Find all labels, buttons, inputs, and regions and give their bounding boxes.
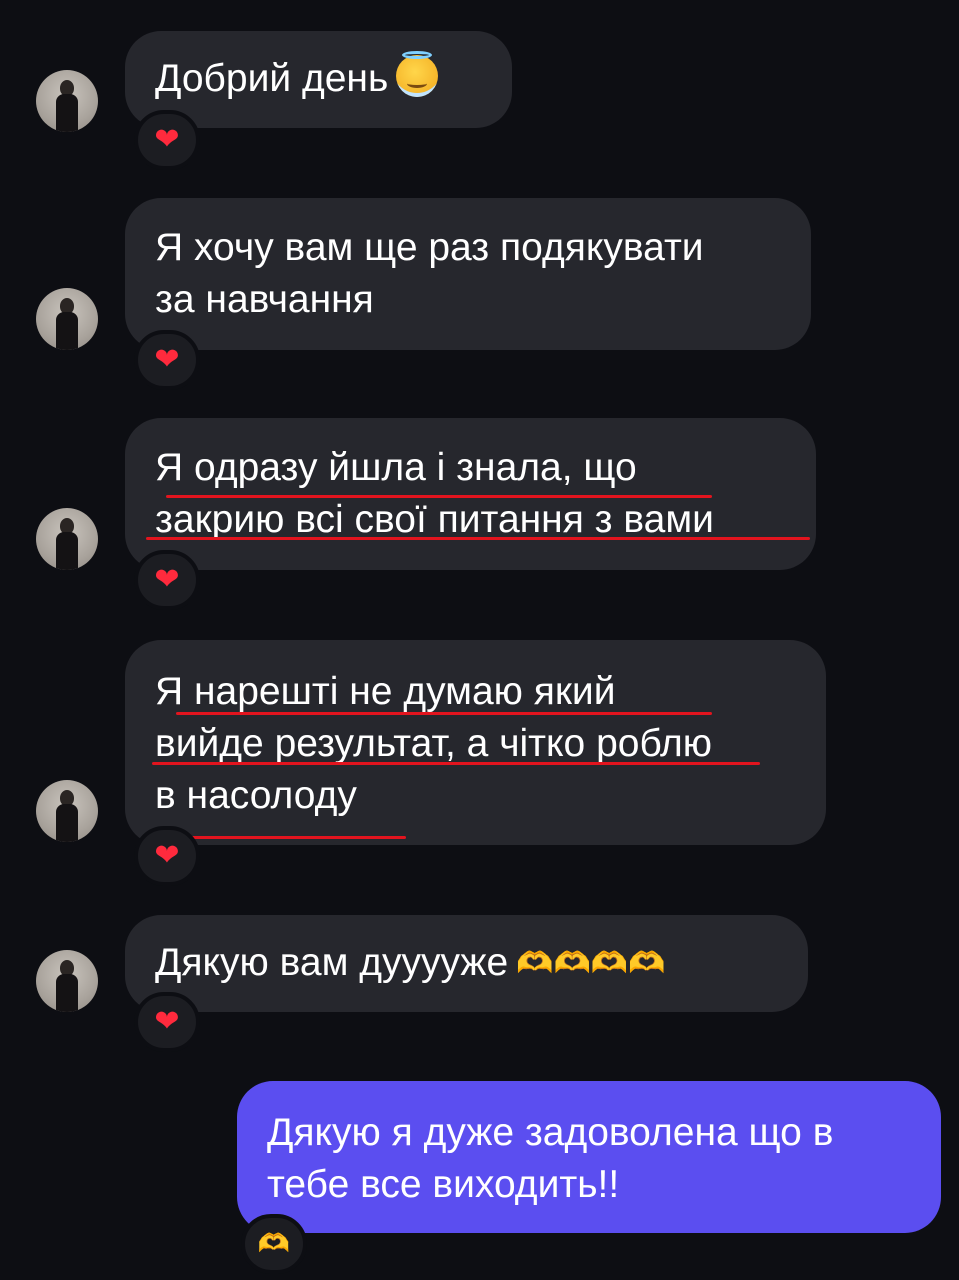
red-underline: [166, 495, 712, 498]
incoming-message[interactable]: Я нарешті не думаю який вийде результат,…: [125, 640, 826, 845]
heart-hands-icon: 🫶: [257, 1229, 291, 1259]
sender-avatar[interactable]: [36, 780, 98, 842]
message-line: тебе все виходить!!: [267, 1163, 620, 1206]
red-underline: [176, 712, 712, 715]
avatar-figure-body: [56, 532, 78, 570]
heart-icon: ❤: [154, 122, 180, 157]
sender-avatar[interactable]: [36, 950, 98, 1012]
heart-reaction[interactable]: ❤: [134, 330, 200, 390]
sender-avatar[interactable]: [36, 508, 98, 570]
message-line: Дякую вам дууууже 🫶🫶🫶🫶: [155, 937, 778, 990]
avatar-figure-body: [56, 974, 78, 1012]
heart-reaction[interactable]: ❤: [134, 110, 200, 170]
heart-icon: ❤: [154, 342, 180, 377]
message-line: Дякую я дуже задоволена що в: [267, 1111, 834, 1154]
message-line: Добрий день: [155, 51, 482, 105]
message-line: Я одразу йшла і знала, що: [155, 446, 637, 489]
heart-reaction[interactable]: ❤: [134, 826, 200, 886]
heart-reaction[interactable]: ❤: [134, 550, 200, 610]
avatar-figure-body: [56, 804, 78, 842]
red-underline: [146, 537, 810, 540]
sender-avatar[interactable]: [36, 70, 98, 132]
red-underline: [168, 836, 406, 839]
message-line: Я хочу вам ще раз подякувати: [155, 226, 704, 269]
sender-avatar[interactable]: [36, 288, 98, 350]
heart-icon: ❤: [154, 1004, 180, 1039]
red-underline: [152, 762, 760, 765]
outgoing-message[interactable]: Дякую я дуже задоволена що в тебе все ви…: [237, 1081, 941, 1233]
heart-icon: ❤: [154, 562, 180, 597]
message-line: в насолоду: [155, 774, 357, 817]
incoming-message[interactable]: Я одразу йшла і знала, що закрию всі сво…: [125, 418, 816, 570]
heart-icon: ❤: [154, 838, 180, 873]
incoming-message[interactable]: Дякую вам дууууже 🫶🫶🫶🫶: [125, 915, 808, 1012]
heart-reaction[interactable]: ❤: [134, 992, 200, 1052]
smiling-face-with-halo-icon: [396, 51, 439, 97]
message-line: Я нарешті не думаю який: [155, 670, 616, 713]
heart-hands-reaction[interactable]: 🫶: [241, 1214, 307, 1274]
incoming-message[interactable]: Я хочу вам ще раз подякувати за навчання: [125, 198, 811, 350]
message-line: за навчання: [155, 278, 374, 321]
avatar-figure-body: [56, 94, 78, 132]
heart-hands-icon: 🫶🫶🫶🫶: [516, 946, 666, 981]
avatar-figure-body: [56, 312, 78, 350]
